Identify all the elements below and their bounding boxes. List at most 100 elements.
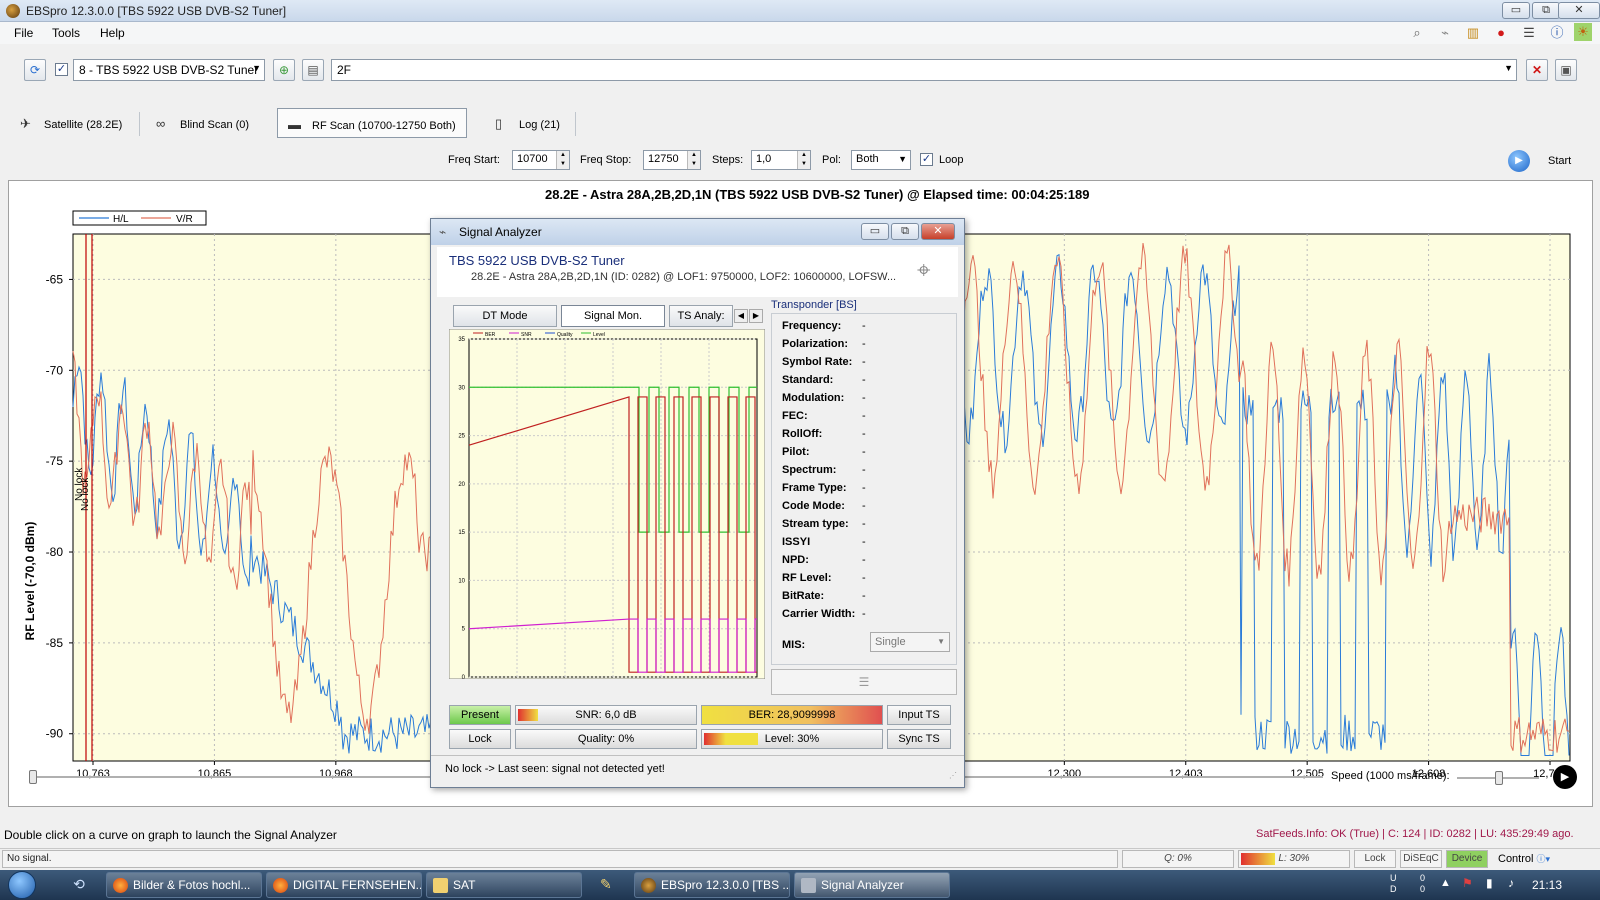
loop-checkbox[interactable]: ✓ — [920, 153, 933, 166]
tab-blind-scan[interactable]: ∞ Blind Scan (0) — [146, 108, 259, 138]
status-light-icon[interactable]: ☀ — [1574, 23, 1592, 41]
search-icon[interactable]: ⌕ — [1408, 24, 1426, 42]
taskbar-item[interactable]: Bilder & Fotos hochl... — [106, 872, 262, 898]
play-icon[interactable]: ▶ — [1553, 765, 1577, 789]
record-icon[interactable]: ● — [1492, 24, 1510, 42]
spin-down-icon[interactable]: ▼ — [797, 160, 810, 169]
satellite-dish-icon[interactable]: ⌁ — [1436, 24, 1454, 42]
tab-dt-mode[interactable]: DT Mode — [453, 305, 557, 327]
spin-up-icon[interactable]: ▲ — [687, 151, 700, 160]
save-icon[interactable]: ▣ — [1555, 59, 1577, 81]
field-value: - — [862, 554, 866, 566]
menu-help[interactable]: Help — [100, 26, 125, 40]
transponder-list-icon[interactable]: ▤ — [302, 59, 324, 81]
pol-select-value: Both — [856, 153, 879, 165]
spin-down-icon[interactable]: ▼ — [556, 160, 569, 169]
spin-up-icon[interactable]: ▲ — [797, 151, 810, 160]
close-button[interactable]: ✕ — [1558, 2, 1600, 19]
l-indicator-fill — [1241, 853, 1275, 865]
field-label: Spectrum: — [782, 464, 837, 476]
tray-arrow-icon[interactable]: ▲ — [1440, 877, 1451, 889]
analyzer-title: Signal Analyzer — [459, 225, 542, 239]
play-icon[interactable]: ▶ — [1508, 150, 1530, 172]
lock-indicator: Lock — [449, 729, 511, 749]
slider-thumb[interactable] — [1495, 771, 1503, 785]
taskbar-item[interactable]: SAT — [426, 872, 582, 898]
new-document-icon[interactable]: ⊕ — [273, 59, 295, 81]
pol-select[interactable]: Both ▼ — [851, 150, 911, 170]
tab-rf-scan-label: RF Scan (10700-12750 Both) — [312, 120, 456, 132]
refresh-icon[interactable]: ⟳ — [24, 59, 46, 81]
freq-start-label: Freq Start: — [448, 154, 500, 166]
clock[interactable]: 21:13 — [1532, 878, 1562, 892]
taskbar-item[interactable]: DIGITAL FERNSEHEN... — [266, 872, 422, 898]
chevron-right-icon[interactable]: ▶ — [749, 309, 763, 323]
tab-rf-scan[interactable]: ▬ RF Scan (10700-12750 Both) — [277, 108, 467, 138]
tab-log[interactable]: ▯ Log (21) — [485, 108, 570, 138]
loop-label: Loop — [939, 154, 964, 166]
taskbar-item[interactable]: EBSpro 12.3.0.0 [TBS ... — [634, 872, 790, 898]
tab-ts-analysis[interactable]: TS Analy: — [669, 305, 733, 327]
analyzer-minimize-button[interactable]: ▭ — [861, 223, 889, 240]
sync-ts-indicator: Sync TS — [887, 729, 951, 749]
minimize-button[interactable]: ▭ — [1502, 2, 1530, 19]
resize-grip-icon[interactable]: ⋰ — [949, 771, 957, 780]
satellite-icon: ✈ — [20, 116, 31, 131]
spin-up-icon[interactable]: ▲ — [556, 151, 569, 160]
analyzer-status: No lock -> Last seen: signal not detecte… — [445, 763, 665, 775]
analyzer-maximize-button[interactable]: ⧉ — [891, 223, 919, 240]
document-icon: ▯ — [495, 116, 503, 131]
steps-input[interactable]: 1,0 ▲ ▼ — [751, 150, 811, 170]
command-select[interactable]: 2F ▼ — [331, 59, 1517, 81]
tuner-toolbar: ⟳ ✓ 8 - TBS 5922 USB DVB-S2 Tuner ▼ ⊕ ▤ … — [0, 52, 1600, 88]
y-tick-label: -70 — [46, 363, 64, 377]
control-menu[interactable]: Control ⓘ▾ — [1498, 852, 1550, 865]
menu-file[interactable]: File — [14, 26, 33, 40]
divider — [431, 755, 964, 756]
tuner-select[interactable]: 8 - TBS 5922 USB DVB-S2 Tuner ▼ — [73, 59, 265, 81]
field-value: - — [862, 320, 866, 332]
explorer-icon[interactable]: ⟲ — [70, 876, 88, 894]
tab-signal-mon[interactable]: Signal Mon. — [561, 305, 665, 327]
control-label: Control — [1498, 853, 1534, 865]
taskbar-item[interactable]: Signal Analyzer — [794, 872, 950, 898]
freq-stop-input[interactable]: 12750 ▲ ▼ — [643, 150, 701, 170]
list-icon[interactable]: ☰ — [1520, 24, 1538, 42]
tab-satellite[interactable]: ✈ Satellite (28.2E) — [10, 108, 132, 138]
tab-log-label: Log (21) — [519, 119, 560, 131]
info-icon[interactable]: ⓘ — [1548, 24, 1566, 42]
y-tick-label: -80 — [46, 545, 64, 559]
field-value: - — [862, 536, 866, 548]
speed-slider[interactable] — [1457, 771, 1539, 785]
power-icon[interactable]: ▮ — [1486, 876, 1493, 890]
grip-handle-icon[interactable]: ☰ — [771, 669, 957, 695]
q-indicator: Q: 0% — [1122, 850, 1234, 868]
mis-select[interactable]: Single ▼ — [870, 632, 950, 652]
transponder-panel: Frequency: - Polarization: - Symbol Rate: - St… — [771, 313, 957, 665]
analyzer-close-button[interactable]: ✕ — [921, 223, 955, 240]
steps-label: Steps: — [712, 154, 744, 166]
tuner-checkbox[interactable]: ✓ — [55, 63, 68, 76]
field-value: - — [862, 410, 866, 422]
menu-bar: File Tools Help ⌕ ⌁ ▥ ● ☰ ⓘ ☀ — [0, 22, 1600, 44]
bar-chart-icon[interactable]: ▥ — [1464, 24, 1482, 42]
mini-y-tick-label: 20 — [458, 482, 465, 488]
volume-icon[interactable]: ♪ — [1508, 876, 1514, 890]
freq-start-input[interactable]: 10700 ▲ ▼ — [512, 150, 570, 170]
menu-tools[interactable]: Tools — [52, 26, 80, 40]
clear-icon[interactable]: ✕ — [1526, 59, 1548, 81]
signal-status-bar: No signal. Q: 0% L: 30% Lock DiSEqC Devi… — [0, 848, 1600, 868]
maximize-button[interactable]: ⧉ — [1532, 2, 1560, 19]
field-value: - — [862, 608, 866, 620]
spin-down-icon[interactable]: ▼ — [687, 160, 700, 169]
field-label: Polarization: — [782, 338, 849, 350]
start-button[interactable]: Start — [1548, 155, 1571, 167]
start-orb-icon[interactable] — [8, 871, 36, 899]
y-tick-label: -85 — [46, 636, 64, 650]
level-bar: Level: 30% — [701, 729, 883, 749]
network-icon[interactable]: ⚑ — [1462, 876, 1473, 890]
chevron-left-icon[interactable]: ◀ — [734, 309, 748, 323]
pinned-app-icon[interactable]: ✎ — [600, 876, 612, 893]
tab-divider — [575, 112, 576, 136]
slider-thumb[interactable] — [29, 770, 37, 784]
